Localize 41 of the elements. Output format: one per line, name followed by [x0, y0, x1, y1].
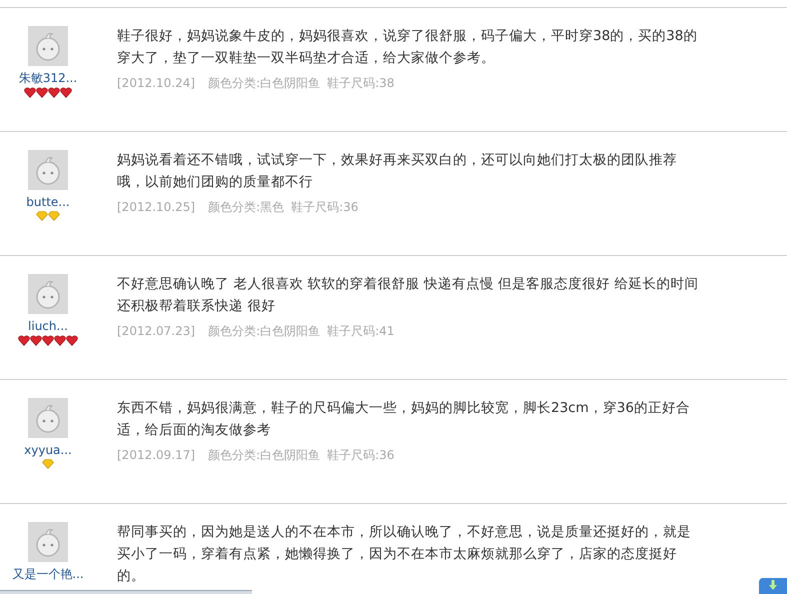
- review-text: 不好意思确认晚了 老人很喜欢 软软的穿着很舒服 快递有点慢 但是客服态度很好 给延长的时间 还积极帮着联系快递 很好: [117, 275, 698, 316]
- avatar-icon: [28, 150, 68, 190]
- product-attribute: 鞋子尺码:41: [327, 323, 394, 340]
- diamond-icon: [42, 459, 54, 469]
- heart-icon: [30, 335, 42, 346]
- down-arrow-icon: [768, 579, 778, 591]
- review-date: [2012.10.25]: [117, 199, 196, 216]
- heart-icon: [48, 87, 60, 98]
- review-date: [2012.09.17]: [117, 447, 196, 464]
- product-attribute: 颜色分类:黑色: [208, 199, 284, 216]
- avatar-icon: [28, 274, 68, 314]
- review-text: 帮同事买的，因为她是送人的不在本市，所以确认晚了，不好意思，说是质量还挺好的，就是 买小了一码，穿着有点紧，她懒得换了，因为不在本市太麻烦就那么穿了，店家的态度挺好 的。: [117, 523, 691, 586]
- username-link[interactable]: 又是一个艳...: [12, 566, 84, 582]
- avatar-icon: [28, 26, 68, 66]
- heart-icon: [18, 335, 30, 346]
- product-attribute: 鞋子尺码:36: [327, 447, 394, 464]
- heart-icon: [24, 87, 36, 98]
- product-attribute: 鞋子尺码:36: [291, 199, 358, 216]
- username-link[interactable]: xyyua...: [24, 442, 72, 458]
- username-link[interactable]: 朱敏312...: [18, 70, 78, 86]
- review-text: 妈妈说看着还不错哦，试试穿一下，效果好再来买双白的，还可以向她们打太极的团队推荐 哦，以前她们团购的质量都不行: [117, 151, 677, 192]
- username-link[interactable]: butte...: [26, 194, 70, 210]
- product-attribute: 颜色分类:白色阴阳鱼: [208, 323, 320, 340]
- heart-icon: [66, 335, 78, 346]
- diamond-icon: [36, 211, 48, 221]
- heart-icon: [42, 335, 54, 346]
- diamond-icon: [48, 211, 60, 221]
- review-text: 东西不错，妈妈很满意，鞋子的尺码偏大一些，妈妈的脚比较宽，脚长23cm，穿36的正好合 适，给后面的淘友做参考: [117, 399, 690, 440]
- heart-icon: [54, 335, 66, 346]
- product-attribute: 颜色分类:白色阴阳鱼: [208, 75, 320, 92]
- username-link[interactable]: liuch...: [28, 318, 68, 334]
- heart-icon: [36, 87, 48, 98]
- review-date: [2012.10.24]: [117, 75, 196, 92]
- avatar-icon: [28, 398, 68, 438]
- avatar-icon: [28, 522, 68, 562]
- heart-icon: [60, 87, 72, 98]
- review-text: 鞋子很好，妈妈说象牛皮的，妈妈很喜欢，说穿了很舒服，码子偏大，平时穿38的，买的38的 穿大了，垫了一双鞋垫一双半码垫才合适，给大家做个参考。: [117, 27, 698, 68]
- product-attribute: 颜色分类:白色阴阳鱼: [208, 447, 320, 464]
- product-attribute: 鞋子尺码:38: [327, 75, 394, 92]
- scroll-down-button[interactable]: [759, 578, 787, 594]
- review-date: [2012.07.23]: [117, 323, 196, 340]
